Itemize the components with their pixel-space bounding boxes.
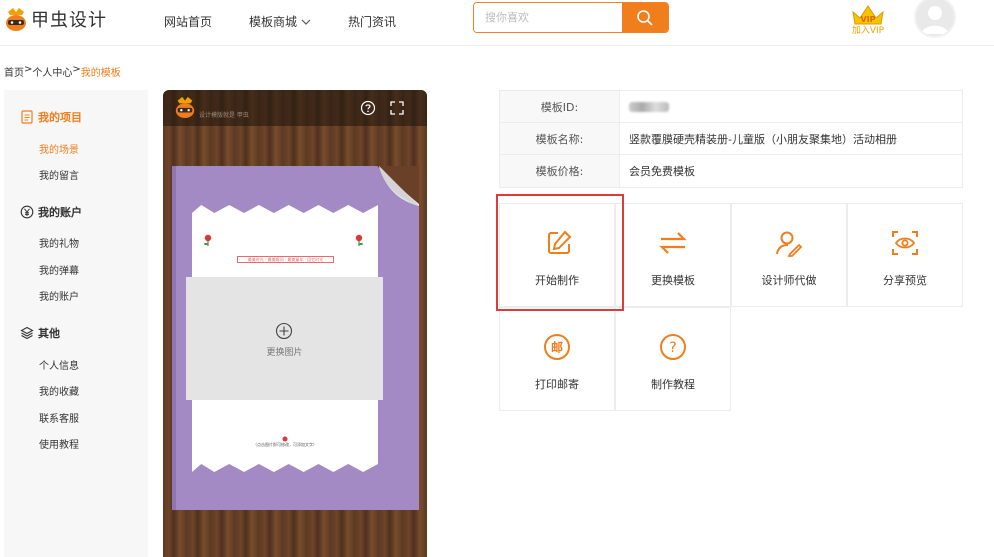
info-key: 模板ID: [500, 91, 620, 122]
sidebar-group-label: 其他 [38, 327, 60, 340]
nav-template-mall-label: 模板商城 [249, 15, 298, 29]
sidebar-group-my-account[interactable]: 我的账户 [20, 204, 82, 220]
card-banner: · 最美时光 · 最美瞬间 · 最美童年 · 回忆时光 · [237, 256, 334, 263]
help-icon[interactable] [360, 100, 376, 116]
nav-home[interactable]: 网站首页 [164, 13, 212, 30]
sidebar-item-personal-info[interactable]: 个人信息 [39, 357, 79, 372]
plus-circle-icon[interactable] [275, 322, 293, 340]
logo-text: 甲虫设计 [31, 10, 107, 31]
info-key: 模板名称: [500, 123, 620, 154]
info-value: 竖款覆膜硬壳精装册-儿童版（小朋友聚集地）活动相册 [629, 132, 897, 146]
info-row-name: 模板名称: 竖款覆膜硬壳精装册-儿童版（小朋友聚集地）活动相册 [500, 123, 962, 155]
nav-template-mall[interactable]: 模板商城 [249, 13, 311, 30]
page-curl-icon[interactable] [377, 166, 419, 206]
search-button[interactable] [622, 3, 668, 32]
album-spine [172, 166, 176, 510]
fullscreen-icon[interactable] [389, 100, 405, 116]
action-label: 分享预览 [883, 274, 927, 287]
template-id-blurred [629, 101, 669, 112]
search-box [473, 2, 669, 33]
preview-subtitle: 设计模版就是 甲虫 [199, 112, 249, 119]
preview-toolbar [163, 90, 427, 126]
avatar[interactable] [914, 0, 956, 38]
info-row-id: 模板ID: [500, 91, 962, 123]
mail-icon: 邮 [544, 334, 570, 360]
header: 甲虫设计 网站首页 模板商城 热门资讯 VIP 加入VIP [0, 0, 994, 46]
sidebar-item-my-messages[interactable]: 我的留言 [39, 167, 79, 182]
template-info-table: 模板ID: 模板名称: 竖款覆膜硬壳精装册-儿童版（小朋友聚集地）活动相册 模板… [499, 90, 963, 188]
breadcrumb-home[interactable]: 首页 [4, 64, 24, 79]
search-icon [637, 9, 653, 26]
share-preview-button[interactable]: 分享预览 [847, 203, 963, 307]
swap-icon [659, 232, 687, 254]
sidebar-item-my-account[interactable]: 我的账户 [39, 288, 79, 303]
action-label: 打印邮寄 [535, 378, 579, 391]
sidebar-item-my-favorites[interactable]: 我的收藏 [39, 383, 79, 398]
layers-icon [20, 326, 34, 340]
sidebar-group-other[interactable]: 其他 [20, 325, 60, 341]
breadcrumb-user-center[interactable]: 个人中心 [32, 64, 72, 79]
join-vip-button[interactable]: VIP 加入VIP [846, 2, 890, 36]
tutorial-button[interactable]: ? 制作教程 [615, 307, 731, 411]
info-key: 模板价格: [500, 155, 620, 187]
action-label: 设计师代做 [761, 274, 817, 287]
breadcrumb-separator: > [72, 64, 81, 75]
sidebar-group-label: 我的项目 [38, 111, 82, 124]
preview-logo-icon [175, 96, 195, 118]
bottom-note: （点击图片即可修改，可添加文字） [253, 442, 317, 447]
sidebar-group-my-projects[interactable]: 我的项目 [20, 109, 82, 125]
sidebar-item-tutorial[interactable]: 使用教程 [39, 436, 79, 451]
print-mail-button[interactable]: 邮 打印邮寄 [499, 307, 615, 411]
replace-photo-label[interactable]: 更换图片 [163, 345, 406, 358]
help-icon: ? [660, 334, 686, 360]
logo[interactable]: 甲虫设计 [4, 6, 107, 32]
chevron-down-icon [301, 19, 311, 25]
action-label: 制作教程 [651, 378, 695, 391]
vip-label: 加入VIP [851, 26, 885, 36]
breadcrumb-separator: > [24, 64, 33, 75]
designer-service-button[interactable]: 设计师代做 [731, 203, 847, 307]
breadcrumb: 首页 > 个人中心 > 我的模板 [4, 64, 121, 79]
search-input[interactable] [474, 3, 622, 32]
action-label: 更换模板 [651, 274, 695, 287]
help-icon-text: ? [669, 340, 676, 356]
template-preview: 设计模版就是 甲虫 · 最美时光 · 最美瞬间 · 最美童年 · 回忆时光 · … [163, 90, 427, 557]
flower-icon [204, 234, 212, 246]
logo-bug-icon [4, 6, 28, 32]
sidebar-group-label: 我的账户 [38, 206, 82, 219]
info-value: 会员免费模板 [629, 165, 695, 178]
user-avatar-icon [921, 6, 949, 34]
flower-icon [355, 234, 363, 246]
designer-icon [776, 231, 803, 257]
sidebar-item-my-gifts[interactable]: 我的礼物 [39, 235, 79, 250]
yen-icon [20, 205, 34, 219]
mail-icon-text: 邮 [551, 340, 563, 355]
breadcrumb-current: 我的模板 [80, 68, 121, 79]
highlight-box [496, 194, 624, 311]
sidebar-item-contact-support[interactable]: 联系客服 [39, 410, 79, 425]
sidebar-item-my-scenes[interactable]: 我的场景 [39, 141, 79, 156]
change-template-button[interactable]: 更换模板 [615, 203, 731, 307]
sidebar-item-my-danmaku[interactable]: 我的弹幕 [39, 262, 79, 277]
info-row-price: 模板价格: 会员免费模板 [500, 155, 962, 187]
document-icon [21, 110, 33, 124]
nav-hot-news[interactable]: 热门资讯 [348, 13, 396, 30]
info-value [620, 91, 669, 122]
sidebar: 我的项目 我的场景 我的留言 我的账户 我的礼物 我的弹幕 我的账户 其他 个人… [4, 90, 148, 557]
eye-scan-icon [892, 231, 918, 255]
